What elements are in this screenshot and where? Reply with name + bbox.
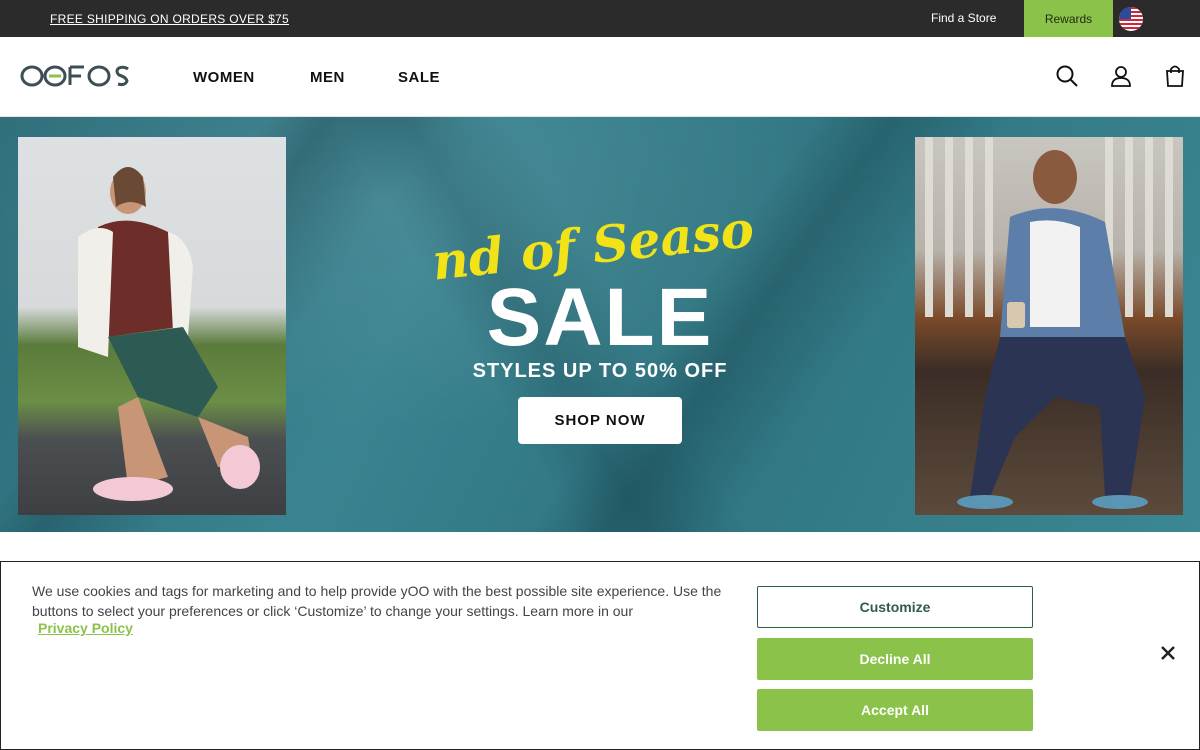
cart-icon[interactable] xyxy=(1163,64,1187,88)
rewards-button[interactable]: Rewards xyxy=(1024,0,1113,37)
nav-women[interactable]: WOMEN xyxy=(193,69,255,86)
search-icon[interactable] xyxy=(1055,64,1079,88)
privacy-policy-link[interactable]: Privacy Policy xyxy=(38,620,133,636)
free-shipping-link[interactable]: FREE SHIPPING ON ORDERS OVER $75 xyxy=(50,12,289,26)
shop-now-button[interactable]: SHOP NOW xyxy=(518,397,682,444)
hero-photo-woman xyxy=(18,137,286,515)
nav-men[interactable]: MEN xyxy=(310,69,345,86)
customize-button[interactable]: Customize xyxy=(757,586,1033,628)
oofos-logo[interactable] xyxy=(20,64,144,88)
account-icon[interactable] xyxy=(1109,64,1133,88)
cookie-consent-banner: We use cookies and tags for marketing an… xyxy=(0,561,1200,750)
find-store-link[interactable]: Find a Store xyxy=(931,11,996,25)
us-flag-icon[interactable] xyxy=(1119,7,1143,31)
site-header: WOMEN MEN SALE xyxy=(0,37,1200,117)
nav-sale[interactable]: SALE xyxy=(398,69,440,86)
close-icon[interactable] xyxy=(1159,644,1177,662)
hero-photo-man xyxy=(915,137,1183,515)
decline-all-button[interactable]: Decline All xyxy=(757,638,1033,680)
hero-headline: SALE xyxy=(486,272,714,363)
hero-banner[interactable]: End of Season SALE STYLES UP TO 50% OFF … xyxy=(0,117,1200,532)
cookie-message: We use cookies and tags for marketing an… xyxy=(32,583,722,619)
hero-subhead: STYLES UP TO 50% OFF xyxy=(472,360,728,382)
announcement-bar: FREE SHIPPING ON ORDERS OVER $75 Find a … xyxy=(0,0,1200,37)
accept-all-button[interactable]: Accept All xyxy=(757,689,1033,731)
